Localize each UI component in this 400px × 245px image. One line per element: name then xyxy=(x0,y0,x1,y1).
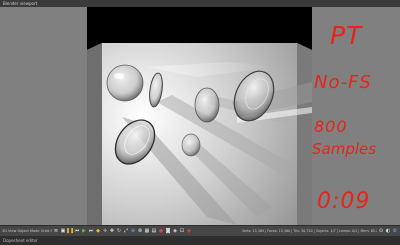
overlay-icon[interactable]: ⊙ xyxy=(378,228,384,235)
grid-icon[interactable]: ▦ xyxy=(144,228,150,235)
window-title: Blender viewport xyxy=(3,1,38,6)
glass-lens-2 xyxy=(181,133,201,157)
annotation-line-1: PT xyxy=(330,21,363,50)
render-image xyxy=(87,7,312,225)
rotate-icon[interactable]: ↻ xyxy=(116,228,122,235)
skip-back-icon[interactable]: ⏮ xyxy=(74,228,80,235)
bottom-editor-header: Dopesheet editor xyxy=(0,236,400,245)
glass-sphere xyxy=(106,64,144,102)
layers-icon[interactable]: ▤ xyxy=(151,228,157,235)
window-titlebar: Blender viewport xyxy=(0,0,400,7)
cursor-icon[interactable]: ✛ xyxy=(102,228,108,235)
pause-icon[interactable]: ❚❚ xyxy=(66,228,74,235)
play-icon[interactable]: ▶ xyxy=(81,228,87,235)
sphere-highlight xyxy=(114,73,124,79)
viewport-header-toolbar: 3D View Object Mode Orbit Fill Chat Glob… xyxy=(0,225,400,236)
annotation-line-2: No-FS xyxy=(314,72,372,93)
wall-left xyxy=(87,43,102,225)
proportional-edit-icon[interactable]: ◉ xyxy=(186,228,192,235)
settings-icon[interactable]: ⚙ xyxy=(392,228,398,235)
camera-icon[interactable]: ◙ xyxy=(165,228,171,235)
shading-icon[interactable]: ◐ xyxy=(385,228,391,235)
render-icon[interactable]: ◈ xyxy=(172,228,178,235)
lock-icon[interactable]: ⊡ xyxy=(179,228,185,235)
render-preview xyxy=(87,7,312,225)
zoom-icon[interactable]: ⊗ xyxy=(137,228,143,235)
annotation-line-3: 800 xyxy=(314,117,348,136)
annotation-line-4: Samples xyxy=(312,140,377,158)
footer-label: Dopesheet editor xyxy=(3,238,38,243)
snap-icon[interactable]: ⊕ xyxy=(130,228,136,235)
glass-lens-1 xyxy=(194,87,220,123)
3d-viewport[interactable]: PT No-FS 800 Samples 0:09 xyxy=(0,7,400,225)
keyframe-icon[interactable]: ◆ xyxy=(95,228,101,235)
skip-forward-icon[interactable]: ⏭ xyxy=(88,228,94,235)
scene-stats: Verts: 15,369 | Faces: 15,360 | Tris: 30… xyxy=(242,229,377,233)
annotation-line-5: 0:09 xyxy=(317,189,371,214)
mode-status: 3D View Object Mode Orbit Fill Chat Glob… xyxy=(2,229,52,233)
record-icon[interactable]: ● xyxy=(158,228,164,235)
view-menu-icon[interactable]: ≡ xyxy=(53,228,59,235)
wall-right xyxy=(297,43,312,225)
move-icon[interactable]: ✥ xyxy=(109,228,115,235)
scale-icon[interactable]: ⤢ xyxy=(123,228,129,235)
